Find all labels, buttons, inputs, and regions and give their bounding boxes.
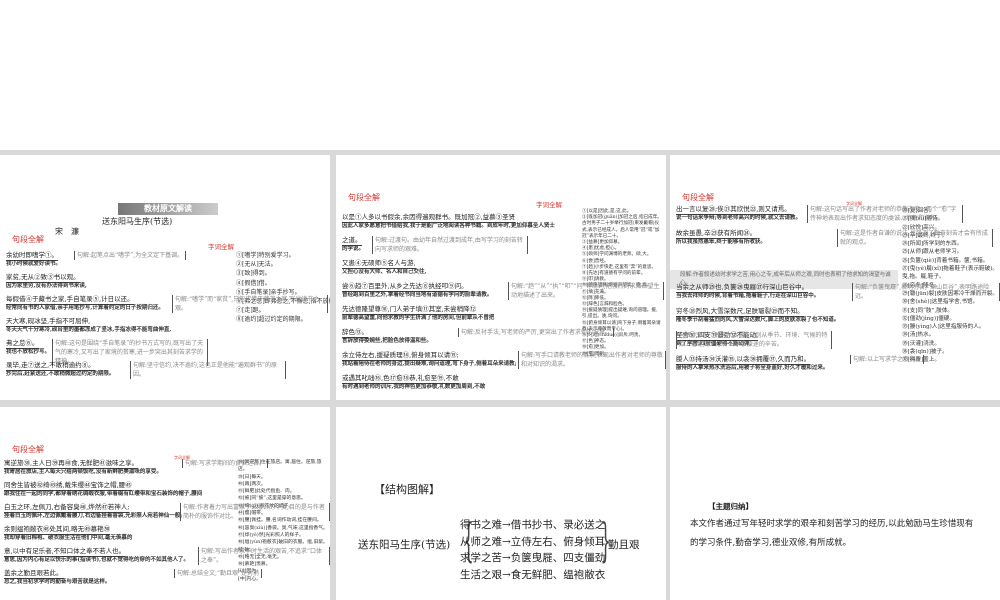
gloss-item: ③[致]得到。 [236,270,271,278]
translation-line: 因为家里穷,没有办法得到书来读, [6,283,87,289]
gloss-item: ㉕[从师]跟从老师学习。 [902,249,963,256]
translation-line: 总之,我当初求学时的勤奋与艰苦就是这样。 [4,579,111,585]
gloss-item: ②[无从]无法。 [236,261,277,269]
section-label: 句段全解 [12,445,44,454]
gloss-item: ④[假借]借。 [236,279,271,287]
sentence-note: 句解:这是作者自谦的说法,也强调了勤奋刻苦才会有所成就的观点。 [837,229,993,247]
branch: 求学之苦→负箧曳屣、四支僵劲 [460,552,606,564]
section-banner: 教材原文解读 [118,203,218,215]
translation-line: 冬天天气十分寒冷,砚台里的墨都冻成了坚冰,手指冻得不能弯曲伸直, [6,327,172,333]
sentence-note: 句解:坚守信约,决不逾约,这也正是他能“遍观群书”的原因。 [130,361,286,379]
structure-branches: 得书之难→借书抄书、录必送之 从师之难→立侍左右、俯身倾耳 求学之苦→负箧曳屣、… [460,517,605,583]
gloss-item: ㊵[再]两次。 [238,481,266,487]
branch: 生活之艰→食无鲜肥、缊袍敝衣 [460,568,606,581]
sentence-note: 句解:写求学期间的食宿之苦。 [182,459,269,468]
sentence-note: 句解:写出作者求学时生活的艰苦,不追求“口体之奉”。 [198,547,330,565]
sentence-note: 句解:写手口请教老师的情景,表现出作者对老师的尊敬和对知识的渴求。 [518,351,666,369]
translation-line: 抄完后,赶紧送还,不敢稍微超过约定的期限。 [6,371,115,377]
gloss-item: ㊼[烨(yè)然]光彩照人的样子。 [238,532,304,538]
sentence-note: 句解:“趋”“从”“执”“叩”“问”等动词,把强烈的求知欲望生动地描述了出来。 [508,282,664,300]
gloss-item: ㉞[汤]热水。 [902,332,935,339]
translation-line: 当我去拜师的时候,背着书箱,拖着鞋子,行走在深山巨谷中。 [676,293,820,299]
gloss-item: ㉜[僵劲(jìng)]僵硬。 [902,315,955,322]
gloss-item: ㉟[沃灌]浇洗。 [902,340,940,347]
slide-thumbnail-5[interactable]: 【结构图解】 送东阳马生序(节选) { 得书之难→借书抄书、录必送之 从师之难→… [336,407,666,600]
translation-line: 我小时候就爱好读书。 [6,261,62,267]
text-title: 送东阳马生序(节选) [102,217,173,226]
gloss-item: ㉗[曳(yè)屣(xǐ)]拖着鞋子(表示鞋破)。曳,拖。屣,鞋子。 [902,266,998,281]
gloss-item: ㊴[日]每天。 [238,474,266,480]
section-label: 句段全解 [682,193,714,202]
translation-line: 服侍的人拿来热水洗浴后,用被子将全身盖好,好久才暖和过来。 [676,365,829,371]
translation-line: 跟我住在一起的同学,都穿着绣花绸缎衣服,带着缀有红缨带和宝石装饰的帽子,腰间 [4,491,203,497]
branch: 从师之难→立侍左右、俯身倾耳 [460,535,606,548]
sentence-note: 句解:“嗜学”而“家贫”,只能求借于藏书之家,写出读书之艰。 [172,295,328,313]
slide-thumbnail-4[interactable]: 句段全解 字词全解 ㊳[寓逆旅]住在旅店。寓,居住。逆旅,旅店。 ㊴[日]每天。㊵… [0,407,330,600]
gloss-item: ⑤[硕师]学问渊博的老师。硕,大。 [582,252,652,258]
theme-body: 本文作者通过写年轻时求学的艰辛和刻苦学习的经历,以此勉励马生珍惜现有的学习条件,… [690,519,974,548]
section-label: 句段全解 [12,235,44,244]
slide-thumbnail-3[interactable]: 句段全解 字词全解 段解:作者叙述幼时求学之苦,用心之专,成年后从师之艰,同时也… [670,155,1000,400]
translation-line: 前辈德高望重,向他求教的学生挤满了他的房间,但前辈从不曾把 [342,315,495,321]
translation-line: 因此人家多愿意把书借给我,我于是能广泛地阅读各种书籍。到成年时,更加仰慕圣人贤士 [342,223,555,229]
sentence-note: 句解:这句话写出了作者对老师的恭敬态度。两个“愈”字传神地表现出作者求知态度的虔… [807,205,963,223]
slide-thumbnail-1[interactable]: 教材原文解读 送东阳马生序(节选) 宋 濂 句段全解 字词全解 ①[嗜学]特别爱… [0,155,330,400]
translation-line: 有时遇到老师的训斥,我的神色更加恭敬,礼数更加周到,不敢 [342,384,486,390]
gloss-item: ①[嗜学]特别爱学习。 [236,252,295,259]
translation-line: 说一句话来争辩;等到老师高兴的时候,就又去请教。 [676,215,801,221]
gloss-label: 字词全解 [536,201,562,209]
gloss-label: 字词全解 [208,243,234,251]
gloss-item: ㊷[被]同“披”,这里是穿的意思。 [238,496,306,502]
sentence-note: 句解:以上写求学之艰辛。 [850,355,925,364]
gloss-item: ㉝[媵(yìng)人]这里指服侍的人。 [902,324,985,331]
translation-line: 所以我虽然愚笨,终于能够有所收获。 [676,239,766,245]
translation-line: 经常向有书的人家借,亲手用笔抄写,计算着约定的日子按期归还。 [6,305,164,311]
section-label: 句段全解 [348,193,380,202]
structure-result: 勤且艰 [608,539,640,551]
sentence-note: 句解:起笔点出“嗜学”,为全文定下基调。 [74,251,187,260]
translation-line: 曾经跑到百里之外,拿着经书向当地有道德有学问的前辈请教。 [342,292,493,298]
translation-line: 隆冬季节刮着猛烈的风,大雪深达数尺,脚上的皮肤冻裂了也不知道。 [676,317,840,323]
sentence-note: 句解:总结全文,“勤且艰”是对前 [174,569,263,578]
gloss-item: ㊶[鲜肥]此处代指鱼、肉。 [238,489,295,495]
theme-heading: 【主题归纳】 [708,502,753,511]
sentence-note: 句解:“负箧曳屣”,表明穷苦;“深山巨谷”,表明路途险远。 [852,283,1000,301]
translation-line: 我也不放松抄写。 [6,349,51,355]
sentence-note: 句解:作者着力写出富家子弟服饰的华美,目的是与作者简朴的服饰作对比。 [180,503,330,521]
translation-line: 又担心没有大师、名人和自己交往, [342,269,427,275]
translation-line: 我寄居在旅店,主人每天只给两顿饭吃,没有新鲜肥美滋味的享受。 [4,469,162,475]
sentence-note: 句解:反衬手法,写老师的严厉,更突出了作者求师的诚恳。 [458,328,614,337]
gloss-item: ㉖[负箧(qiè)]背着书箱。箧,书箱。 [902,257,989,264]
branch: 得书之难→借书抄书、录必送之 [460,519,606,531]
gloss-item: ⑭[援疑质理]提出疑难,询问道理。援,引,提出。质,询问。 [582,308,658,320]
gloss-item: ②[既加冠(guān)]加冠之后,指已成年。古时男子二十岁举行加冠(束发戴帽)仪… [582,215,662,239]
translation-line: 我站着陪侍在老师的身边,提出疑难,询问道理,弯下身子,侧着耳朵来请教; [342,361,517,367]
translation-line: 的学说。 [342,246,365,252]
translation-line: 我却穿着旧棉袍、破衣服生活在他们中间,毫无羡慕的 [4,535,133,541]
translation-line: 挂着白玉的佩环,左边佩戴着腰刀,右边备挂着香袋,光彩照人宛若神仙一般; [4,513,183,519]
slide-thumbnail-6[interactable]: 【主题归纳】 本文作者通过写年轻时求学的艰辛和刻苦学习的经历,以此勉励马生珍惜现… [670,407,1000,600]
structure-root: 送东阳马生序(节选) [358,539,451,551]
structure-heading: 【结构图解】 [374,483,440,496]
author: 宋 濂 [55,227,79,236]
sentence-note: 句解:“穷冬”“烈风”“大雪”,分别从季节、环境、气候的特点上着笔,写出了外出求… [676,331,832,349]
translation-line: 意思,因为内心有足以快乐的事(指读书),也就不觉得吃的穿的不如其他人了。 [4,557,190,563]
gloss-list: ①[嗜学]特别爱学习。 ②[无从]无法。 ③[致]得到。 ④[假借]借。 ⑤[手自笔录]… [236,251,330,325]
translation-line: 言辞放得委婉些,把脸色放得温和些。 [342,338,432,344]
gloss-item: ㊻[容臭(xiù)]香袋。臭,气味,这里指香气。 [238,525,328,531]
gloss-item: ⑧[逾约]超过约定的期限。 [236,316,307,324]
slide-thumbnail-2[interactable]: 句段全解 字词全解 ①[以是]因此,是,这,此。 ②[既加冠(guān)]加冠之后… [336,155,666,400]
sentence-note: 句解:过渡句。由幼年自然过渡到成年,由写学习的刻苦转向写求师的艰难。 [372,236,528,254]
gloss-item: ㉛[支]同“肢”,肢体。 [902,307,954,314]
